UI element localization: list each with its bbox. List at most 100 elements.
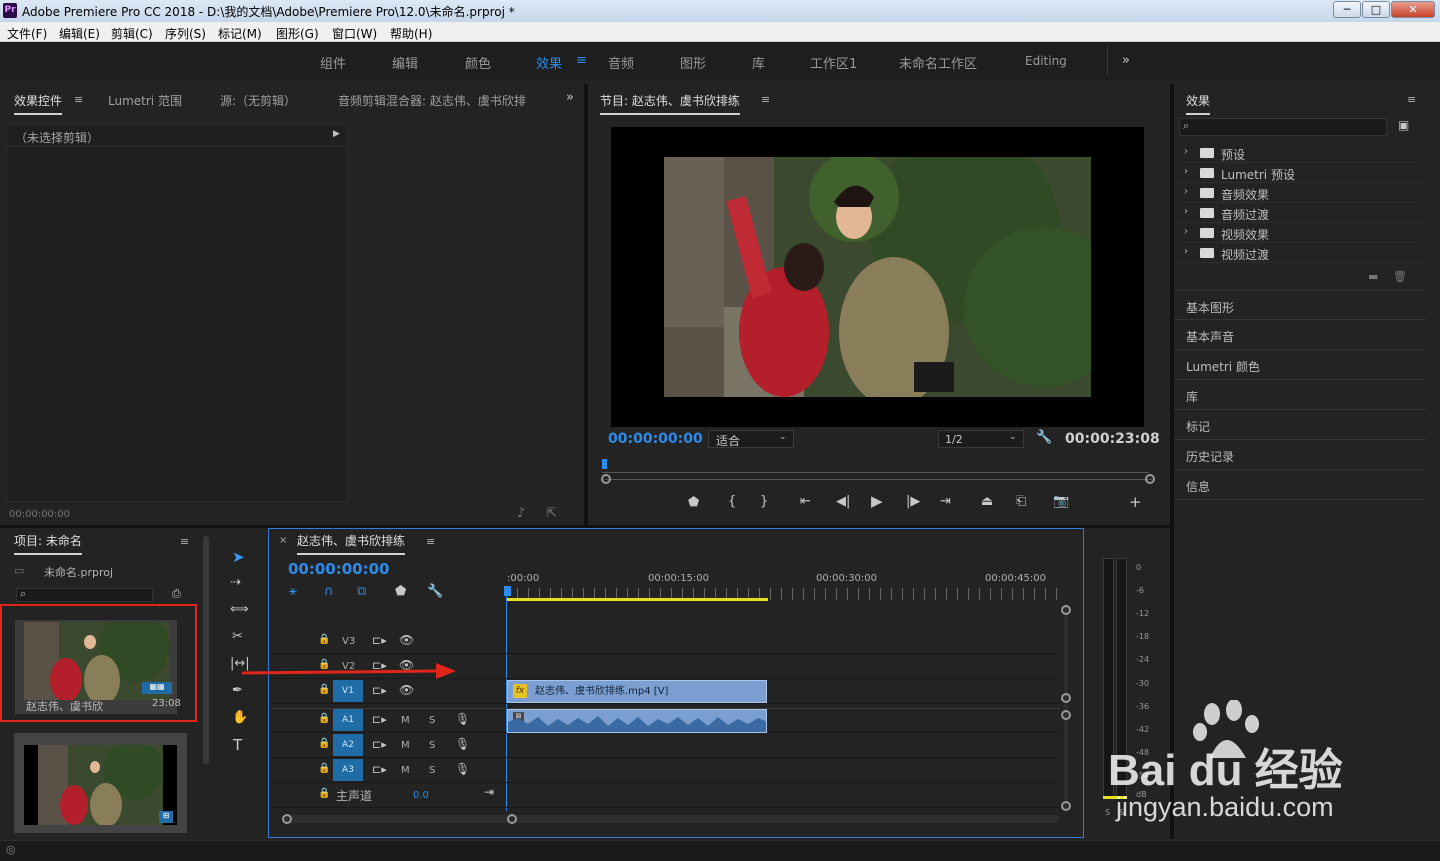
master-volume-value[interactable]: 0.0 bbox=[413, 790, 429, 801]
zoom-handle-left[interactable] bbox=[601, 474, 611, 484]
program-timecode-current[interactable]: 00:00:00:00 bbox=[608, 431, 703, 447]
track-label-v3[interactable]: V3 bbox=[342, 636, 355, 647]
triangle-right-icon[interactable]: ▶ bbox=[333, 129, 340, 139]
background-task-icon[interactable]: ◎ bbox=[6, 843, 16, 856]
workspace-tab-effects[interactable]: 效果 bbox=[536, 53, 562, 72]
go-to-in-icon[interactable]: ⇤ bbox=[800, 494, 811, 509]
zoom-bar[interactable] bbox=[604, 479, 1152, 480]
workspace-tab-editing[interactable]: 编辑 bbox=[392, 53, 418, 72]
toggle-sync-icon[interactable]: ⊏▸ bbox=[372, 634, 387, 647]
fit-dropdown[interactable]: 适合 ⌄ bbox=[708, 430, 794, 448]
scroll-handle[interactable] bbox=[507, 814, 517, 824]
panel-markers[interactable]: 标记 bbox=[1174, 410, 1426, 440]
playhead-marker[interactable] bbox=[602, 459, 607, 469]
menu-window[interactable]: 窗口(W) bbox=[332, 25, 377, 42]
resolution-dropdown[interactable]: 1/2 ⌄ bbox=[938, 430, 1024, 448]
panel-menu-icon[interactable]: ≡ bbox=[180, 535, 189, 548]
menu-sequence[interactable]: 序列(S) bbox=[165, 25, 206, 42]
scroll-handle[interactable] bbox=[1061, 801, 1071, 811]
panel-menu-icon[interactable]: ≡ bbox=[426, 535, 435, 548]
tab-audio-clip-mixer[interactable]: 音频剪辑混合器: 赵志伟、虞书欣排 bbox=[338, 92, 526, 109]
effects-item-video-effects[interactable]: › 视频效果 bbox=[1180, 223, 1420, 243]
audio-clip[interactable]: ⊠ bbox=[507, 709, 767, 733]
workspace-tab-color[interactable]: 颜色 bbox=[465, 53, 491, 72]
effects-item-presets[interactable]: › 预设 bbox=[1180, 143, 1420, 163]
effects-item-lumetri-presets[interactable]: › Lumetri 预设 bbox=[1180, 163, 1420, 183]
meter-solo-left[interactable]: S bbox=[1105, 808, 1110, 817]
overflow-icon[interactable]: » bbox=[566, 90, 574, 105]
panel-lumetri-color[interactable]: Lumetri 颜色 bbox=[1174, 350, 1426, 380]
microphone-icon[interactable]: 🎙 bbox=[455, 762, 470, 776]
add-button-icon[interactable]: + bbox=[1129, 493, 1142, 511]
toggle-sync-icon[interactable]: ⊏▸ bbox=[372, 713, 387, 726]
close-sequence-icon[interactable]: × bbox=[279, 535, 287, 546]
track-label-a3[interactable]: A3 bbox=[333, 759, 363, 781]
lock-icon[interactable]: 🔒 bbox=[318, 684, 330, 695]
sequence-thumbnail[interactable]: ⊞ bbox=[14, 733, 187, 833]
meter-solo-right[interactable]: S bbox=[1119, 808, 1124, 817]
toggle-sync-icon[interactable]: ⊏▸ bbox=[372, 684, 387, 697]
menu-help[interactable]: 帮助(H) bbox=[390, 25, 432, 42]
mark-in-icon[interactable]: { bbox=[728, 494, 736, 509]
scroll-handle[interactable] bbox=[1061, 710, 1071, 720]
workspace-menu-icon[interactable]: ≡ bbox=[576, 53, 587, 68]
camera-icon[interactable]: 📷 bbox=[1053, 494, 1069, 509]
snap-magnet-icon[interactable]: ∩ bbox=[324, 584, 334, 599]
track-label-a2[interactable]: A2 bbox=[333, 734, 363, 756]
zoom-handle-right[interactable] bbox=[1145, 474, 1155, 484]
track-select-tool-icon[interactable]: ⇢ bbox=[230, 575, 241, 590]
play-icon[interactable]: ▶ bbox=[871, 492, 883, 510]
menu-markers[interactable]: 标记(M) bbox=[218, 25, 262, 42]
panel-essential-graphics[interactable]: 基本图形 bbox=[1174, 290, 1426, 320]
ripple-edit-tool-icon[interactable]: ⟺ bbox=[230, 602, 249, 617]
effects-item-video-transitions[interactable]: › 视频过渡 bbox=[1180, 243, 1420, 263]
solo-button[interactable]: S bbox=[429, 740, 435, 751]
mute-button[interactable]: M bbox=[401, 765, 410, 776]
toggle-sync-icon[interactable]: ⊏▸ bbox=[372, 763, 387, 776]
track-label-a1[interactable]: A1 bbox=[333, 709, 363, 731]
lock-icon[interactable]: 🔒 bbox=[318, 788, 330, 799]
microphone-icon[interactable]: 🎙 bbox=[455, 712, 470, 726]
toggle-sync-icon[interactable]: ⊏▸ bbox=[372, 738, 387, 751]
step-forward-icon[interactable]: |▶ bbox=[906, 494, 920, 509]
panel-divider[interactable] bbox=[584, 84, 588, 525]
clip-thumbnail-selected[interactable]: ▦▦ 赵志伟、虞书欣 23:08 bbox=[0, 604, 197, 722]
effects-search-input[interactable]: ⌕ bbox=[1179, 118, 1387, 136]
wrench-icon[interactable]: 🔧 bbox=[1036, 430, 1052, 445]
new-folder-icon[interactable]: ▬ bbox=[1368, 270, 1378, 283]
lift-icon[interactable]: ⏏ bbox=[981, 494, 993, 509]
go-to-out-icon[interactable]: ⇥ bbox=[940, 494, 951, 509]
hand-tool-icon[interactable]: ✋ bbox=[232, 710, 248, 725]
export-icon[interactable]: ⇱ bbox=[546, 506, 557, 521]
work-area-bar[interactable] bbox=[507, 598, 768, 601]
panel-libraries[interactable]: 库 bbox=[1174, 380, 1426, 410]
minimize-button[interactable]: ─ bbox=[1333, 1, 1361, 18]
project-search-input[interactable]: ⌕ bbox=[16, 587, 153, 602]
panel-menu-icon[interactable]: ≡ bbox=[761, 93, 770, 106]
nest-sequence-icon[interactable]: ⚹ bbox=[289, 584, 297, 599]
menu-file[interactable]: 文件(F) bbox=[7, 25, 47, 42]
panel-history[interactable]: 历史记录 bbox=[1174, 440, 1426, 470]
workspace-tab-graphics[interactable]: 图形 bbox=[680, 53, 706, 72]
timeline-vertical-scrollbar[interactable] bbox=[1064, 604, 1068, 809]
program-time-ruler[interactable] bbox=[602, 459, 1149, 473]
pen-tool-icon[interactable]: ✒ bbox=[232, 683, 243, 698]
linked-selection-icon[interactable]: ⧉ bbox=[357, 584, 366, 599]
selection-tool-icon[interactable]: ➤ bbox=[232, 548, 245, 566]
effects-item-audio-transitions[interactable]: › 音频过渡 bbox=[1180, 203, 1420, 223]
panel-essential-sound[interactable]: 基本声音 bbox=[1174, 320, 1426, 350]
eye-icon[interactable]: 👁 bbox=[399, 683, 414, 697]
eye-icon[interactable]: 👁 bbox=[399, 633, 414, 647]
go-to-end-icon[interactable]: ⇥ bbox=[484, 785, 494, 799]
solo-button[interactable]: S bbox=[429, 765, 435, 776]
mark-out-icon[interactable]: } bbox=[760, 494, 768, 509]
extract-icon[interactable]: ⎗ bbox=[1016, 494, 1026, 509]
lock-icon[interactable]: 🔒 bbox=[318, 713, 330, 724]
tab-effect-controls[interactable]: 效果控件 bbox=[14, 92, 63, 115]
project-scrollbar[interactable] bbox=[203, 536, 209, 764]
add-marker-icon[interactable]: ⬟ bbox=[688, 495, 699, 510]
lock-icon[interactable]: 🔒 bbox=[318, 634, 330, 645]
workspace-tab-audio[interactable]: 音频 bbox=[608, 53, 634, 72]
timeline-timecode[interactable]: 00:00:00:00 bbox=[288, 560, 390, 578]
panel-info[interactable]: 信息 bbox=[1174, 470, 1426, 500]
